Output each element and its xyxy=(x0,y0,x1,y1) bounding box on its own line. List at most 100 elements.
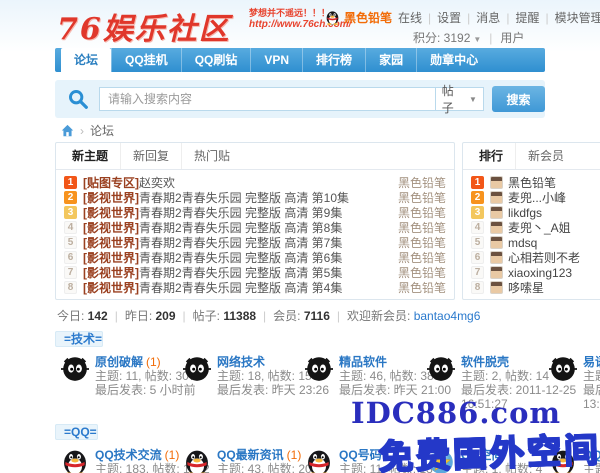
thread-title-link[interactable]: [影视世界]青春期2青春失乐园 完整版 高清 第4集 xyxy=(83,279,390,296)
forum-new-count: (1) xyxy=(287,448,302,462)
thread-list: 1[贴图专区]赵奕欢黑色铅笔2[影视世界]青春期2青春失乐园 完整版 高清 第1… xyxy=(56,170,454,299)
site-logo[interactable]: 76娱乐社区 xyxy=(57,4,231,48)
ranking-tab-2[interactable]: 新会员 xyxy=(515,143,576,169)
thread-row: 7[影视世界]青春期2青春失乐园 完整版 高清 第5集黑色铅笔 xyxy=(56,265,454,280)
thread-title-text: 青春期2青春失乐园 完整版 高清 第5集 xyxy=(139,266,342,280)
separator: | xyxy=(428,11,431,25)
ranking-user-link[interactable]: 麦兜...小峰 xyxy=(508,189,566,206)
search-bar: 帖子▼ 搜索 xyxy=(55,80,545,118)
stat-label: 帖子: xyxy=(193,309,224,323)
forum-name-link[interactable]: 原创破解 xyxy=(95,355,143,369)
search-type-value: 帖子 xyxy=(442,82,465,116)
thread-tab-1[interactable]: 新主题 xyxy=(60,143,120,169)
user-bar: 黑色铅笔 在线|设置|消息|提醒|模块管理|管理中心 xyxy=(325,9,600,26)
face-forum-icon xyxy=(183,355,211,383)
new-member-link[interactable]: bantao4mg6 xyxy=(414,309,481,323)
category-title[interactable]: =技术= xyxy=(55,331,103,347)
thread-tab-3[interactable]: 热门贴 xyxy=(181,143,242,169)
forum-name-link[interactable]: 网络技术 xyxy=(217,355,265,369)
face-forum-icon xyxy=(61,355,89,383)
nav-item-6[interactable]: 家园 xyxy=(365,48,416,72)
rank-badge: 4 xyxy=(471,221,484,234)
nav-item-4[interactable]: VPN xyxy=(250,48,302,72)
avatar xyxy=(490,221,503,234)
ranking-row: 8哆嗦星 xyxy=(463,280,600,295)
ranking-user-link[interactable]: likdfgs xyxy=(508,206,542,220)
thread-category: [影视世界] xyxy=(83,206,139,220)
forum-info: 原创破解(1)主题: 11, 帖数: 307最后发表: 5 小时前 xyxy=(95,355,196,411)
stat-value: 7116 xyxy=(304,309,330,323)
nav-item-1[interactable]: 论坛 xyxy=(61,48,111,72)
thread-tabs: 新主题新回复热门贴 xyxy=(56,143,454,170)
avatar xyxy=(490,266,503,279)
thread-tab-2[interactable]: 新回复 xyxy=(120,143,181,169)
thread-row: 4[影视世界]青春期2青春失乐园 完整版 高清 第8集黑色铅笔 xyxy=(56,220,454,235)
thread-title-text: 青春期2青春失乐园 完整版 高清 第10集 xyxy=(139,191,349,205)
thread-row: 5[影视世界]青春期2青春失乐园 完整版 高清 第7集黑色铅笔 xyxy=(56,235,454,250)
thread-category: [贴图专区] xyxy=(83,176,139,190)
ranking-tab-1[interactable]: 排行 xyxy=(467,143,515,169)
user-link-1[interactable]: 在线 xyxy=(398,11,422,25)
search-input[interactable] xyxy=(99,87,436,111)
ranking-user-link[interactable]: mdsq xyxy=(508,236,537,250)
username-link[interactable]: 黑色铅笔 xyxy=(344,9,392,26)
rank-badge: 5 xyxy=(64,236,77,249)
ranking-row: 5mdsq xyxy=(463,235,600,250)
site-logo-title[interactable]: 76娱乐社区 xyxy=(57,12,231,47)
user-link-4[interactable]: 提醒 xyxy=(515,11,539,25)
nav-item-2[interactable]: QQ挂机 xyxy=(111,48,181,72)
ranking-user-link[interactable]: 心相若则不老 xyxy=(508,249,580,266)
nav-item-5[interactable]: 排行榜 xyxy=(302,48,365,72)
search-button[interactable]: 搜索 xyxy=(492,86,545,112)
home-icon[interactable] xyxy=(61,124,74,137)
breadcrumb-forum-link[interactable]: 论坛 xyxy=(90,122,114,139)
forum-name-link[interactable]: 精品软件 xyxy=(339,355,387,369)
thread-title-text: 青春期2青春失乐园 完整版 高清 第6集 xyxy=(139,251,342,265)
forum-name-row: 原创破解(1) xyxy=(95,355,196,369)
separator: | xyxy=(183,309,186,323)
thread-author-link[interactable]: 黑色铅笔 xyxy=(398,279,446,296)
forum-name-row: 易语言交流 xyxy=(583,355,600,369)
rank-badge: 4 xyxy=(64,221,77,234)
rank-badge: 7 xyxy=(64,266,77,279)
thread-category: [影视世界] xyxy=(83,221,139,235)
forum-stats-line: 主题: 11, 帖数: 307 xyxy=(95,369,196,383)
forum-new-count: (1) xyxy=(146,355,161,369)
stat-label: 昨日: xyxy=(125,309,156,323)
breadcrumb-separator: › xyxy=(80,124,84,138)
separator: | xyxy=(115,309,118,323)
forum-name-link[interactable]: 易语言交流 xyxy=(583,355,600,369)
ranking-row: 7xiaoxing123 xyxy=(463,265,600,280)
forum-block: 网络技术主题: 18, 帖数: 150最后发表: 昨天 23:26 xyxy=(183,355,305,411)
user-links: 在线|设置|消息|提醒|模块管理|管理中心 xyxy=(398,9,600,26)
thread-title-text: 青春期2青春失乐园 完整版 高清 第7集 xyxy=(139,236,342,250)
ranking-user-link[interactable]: 麦兜丶_A姐 xyxy=(508,219,571,236)
avatar xyxy=(490,281,503,294)
forum-lastpost-line: 最后发表: xyxy=(583,383,600,397)
ranking-user-link[interactable]: xiaoxing123 xyxy=(508,266,572,280)
thread-category: [影视世界] xyxy=(83,236,139,250)
nav-item-7[interactable]: 勋章中心 xyxy=(416,48,491,72)
user-link-5[interactable]: 模块管理 xyxy=(555,11,600,25)
search-type-select[interactable]: 帖子▼ xyxy=(436,87,484,111)
chevron-down-icon: ▼ xyxy=(473,35,481,44)
separator: | xyxy=(263,309,266,323)
user-link-2[interactable]: 设置 xyxy=(437,11,461,25)
forum-name-link[interactable]: QQ最新资讯 xyxy=(217,448,284,462)
thread-row: 3[影视世界]青春期2青春失乐园 完整版 高清 第9集黑色铅笔 xyxy=(56,205,454,220)
nav-item-3[interactable]: QQ刷钻 xyxy=(181,48,251,72)
user-link-3[interactable]: 消息 xyxy=(476,11,500,25)
magnifier-glyph xyxy=(67,88,89,110)
thread-category: [影视世界] xyxy=(83,191,139,205)
rank-badge: 8 xyxy=(64,281,77,294)
forum-info: QQ最新资讯(1)主题: 43, 帖数: 200最后发表: 5 小时前 xyxy=(217,448,318,473)
ranking-tabs: 排行新会员 xyxy=(463,143,600,170)
avatar xyxy=(490,251,503,264)
forum-page: 76娱乐社区 梦想并不遥远！！！ http://www.76ch.com/ 黑色… xyxy=(55,0,600,473)
category-title[interactable]: =QQ= xyxy=(55,424,98,440)
forum-name-link[interactable]: 软件脱壳 xyxy=(461,355,509,369)
credits-dropdown[interactable]: 积分: 3192▼ xyxy=(413,29,481,46)
face-forum-icon xyxy=(549,355,577,383)
ranking-user-link[interactable]: 哆嗦星 xyxy=(508,279,544,296)
forum-name-link[interactable]: QQ技术交流 xyxy=(95,448,162,462)
